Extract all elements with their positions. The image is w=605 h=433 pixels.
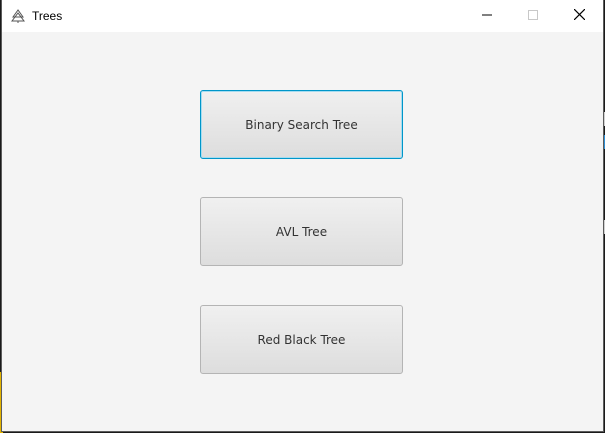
button-label: Red Black Tree	[257, 332, 346, 347]
button-label: AVL Tree	[275, 224, 328, 239]
maximize-icon	[528, 7, 538, 25]
minimize-button[interactable]	[464, 0, 510, 32]
title-bar[interactable]: Trees	[2, 0, 603, 32]
minimize-icon	[482, 7, 492, 25]
binary-search-tree-button[interactable]: Binary Search Tree	[200, 90, 403, 159]
close-icon	[573, 7, 585, 25]
main-content: Binary Search Tree AVL Tree Red Black Tr…	[2, 32, 603, 431]
red-black-tree-button[interactable]: Red Black Tree	[200, 305, 403, 374]
avl-tree-button[interactable]: AVL Tree	[200, 197, 403, 266]
tree-app-icon	[11, 9, 25, 23]
close-button[interactable]	[556, 0, 602, 32]
window-title: Trees	[32, 9, 63, 23]
maximize-button[interactable]	[510, 0, 556, 32]
app-window: Trees Binary Search Tree AVL Tree Red Bl…	[2, 0, 603, 431]
button-label: Binary Search Tree	[245, 117, 358, 132]
